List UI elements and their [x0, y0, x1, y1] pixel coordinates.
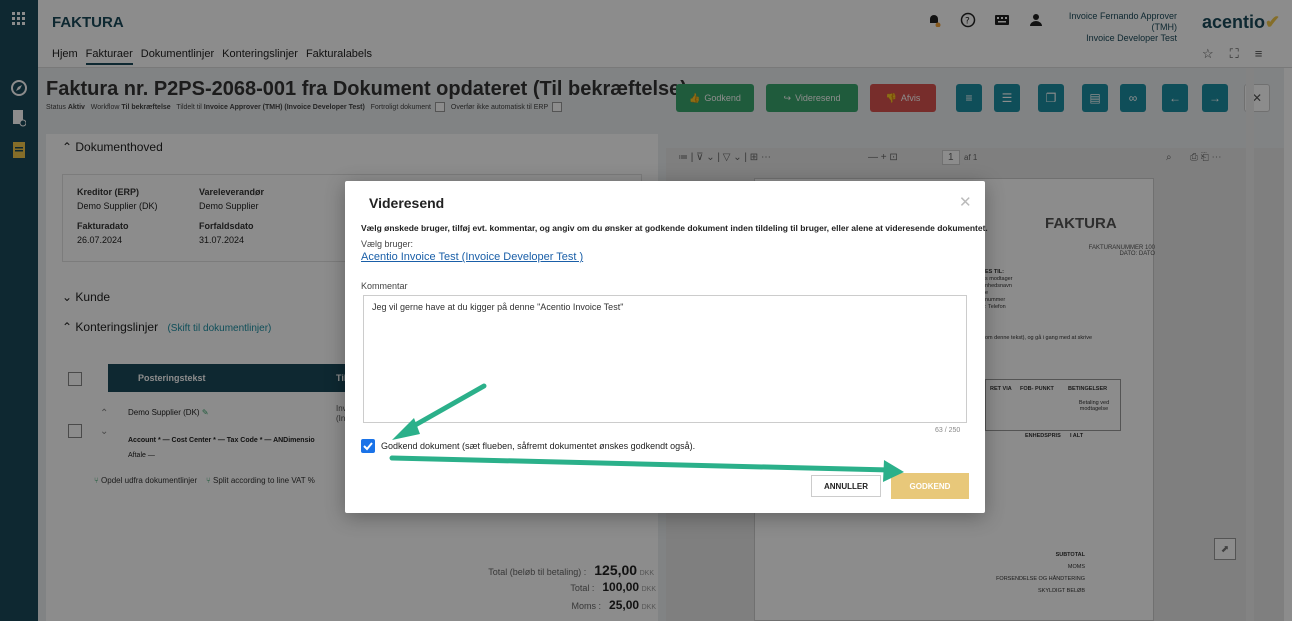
arrowhead-checkbox [392, 418, 420, 440]
annotation-arrows [389, 383, 904, 482]
arrow-to-ok [389, 455, 893, 473]
app-window: FAKTURA Hjem Fakturaer Dokumentlinjer Ko… [0, 0, 1292, 621]
arrowhead-ok [883, 460, 904, 482]
arrow-to-checkbox [407, 383, 487, 431]
